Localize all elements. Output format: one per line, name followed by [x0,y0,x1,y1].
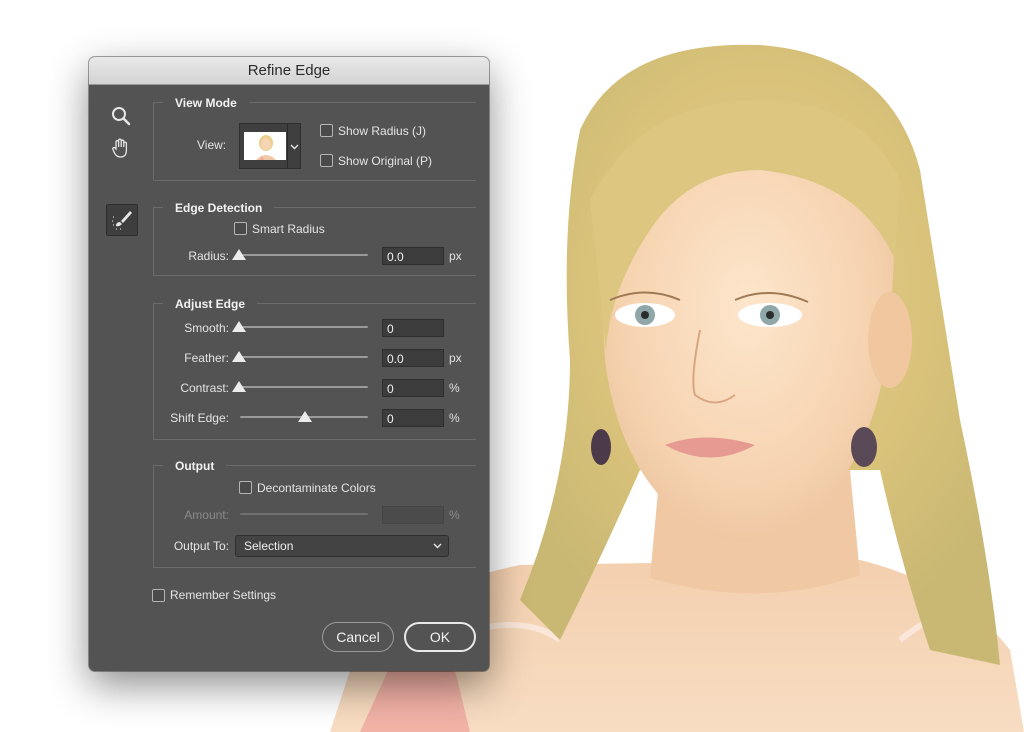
shift-edge-unit: % [449,411,460,425]
refine-radius-brush-icon [112,211,132,230]
output-to-label: Output To: [173,539,229,553]
feather-slider-thumb[interactable] [232,351,246,362]
contrast-label: Contrast: [180,381,229,395]
radius-value-field[interactable]: 0.0 [382,247,444,265]
feather-label: Feather: [184,351,229,365]
view-mode-selector[interactable] [239,123,301,169]
view-label: View: [197,138,227,152]
amount-slider-track [240,513,368,515]
contrast-value-field[interactable]: 0 [382,379,444,397]
feather-value-field[interactable]: 0.0 [382,349,444,367]
remember-settings-checkbox[interactable] [152,589,165,602]
show-original-checkbox[interactable] [320,154,333,167]
amount-unit: % [449,508,460,522]
smart-radius-label: Smart Radius [252,222,325,236]
adjust-edge-title: Adjust Edge [163,297,258,311]
output-to-value: Selection [244,539,294,553]
smooth-value-field[interactable]: 0 [382,319,444,337]
shift-edge-slider-thumb[interactable] [298,411,312,422]
edge-detection-title: Edge Detection [163,201,275,215]
show-original-label: Show Original (P) [338,154,433,168]
radius-slider-track[interactable] [240,254,368,256]
radius-slider-thumb[interactable] [232,249,246,260]
shift-edge-label: Shift Edge: [170,411,229,425]
feather-slider-track[interactable] [240,356,368,358]
decontaminate-colors-label: Decontaminate Colors [257,481,376,495]
hand-icon [112,138,128,158]
smart-radius-checkbox[interactable] [234,222,247,235]
view-thumbnail-image [244,132,286,160]
smooth-label: Smooth: [184,321,229,335]
amount-label: Amount: [184,508,229,522]
view-mode-title: View Mode [163,96,249,110]
contrast-slider-thumb[interactable] [232,381,246,392]
cancel-button[interactable]: Cancel [322,622,394,652]
output-to-select[interactable]: Selection [235,535,449,557]
refine-edge-dialog: Refine Edge View Mode View: Show Radius … [89,57,489,671]
amount-value-field [382,506,444,524]
remember-settings-label: Remember Settings [170,588,277,602]
output-title: Output [163,459,227,473]
hand-tool-button[interactable] [106,133,136,163]
dialog-title: Refine Edge [89,57,489,85]
chevron-down-icon [290,144,299,150]
show-radius-checkbox[interactable] [320,124,333,137]
show-radius-label: Show Radius (J) [338,124,427,138]
feather-unit: px [449,351,462,365]
zoom-tool-button[interactable] [106,101,136,131]
decontaminate-colors-checkbox[interactable] [239,481,252,494]
contrast-unit: % [449,381,460,395]
radius-label: Radius: [188,249,229,263]
contrast-slider-track[interactable] [240,386,368,388]
smooth-slider-track[interactable] [240,326,368,328]
refine-radius-tool-button[interactable] [106,204,138,236]
chevron-down-icon [433,543,442,549]
shift-edge-value-field[interactable]: 0 [382,409,444,427]
radius-unit: px [449,249,462,263]
zoom-magnifier-icon [112,107,131,126]
ok-button[interactable]: OK [404,622,476,652]
smooth-slider-thumb[interactable] [232,321,246,332]
